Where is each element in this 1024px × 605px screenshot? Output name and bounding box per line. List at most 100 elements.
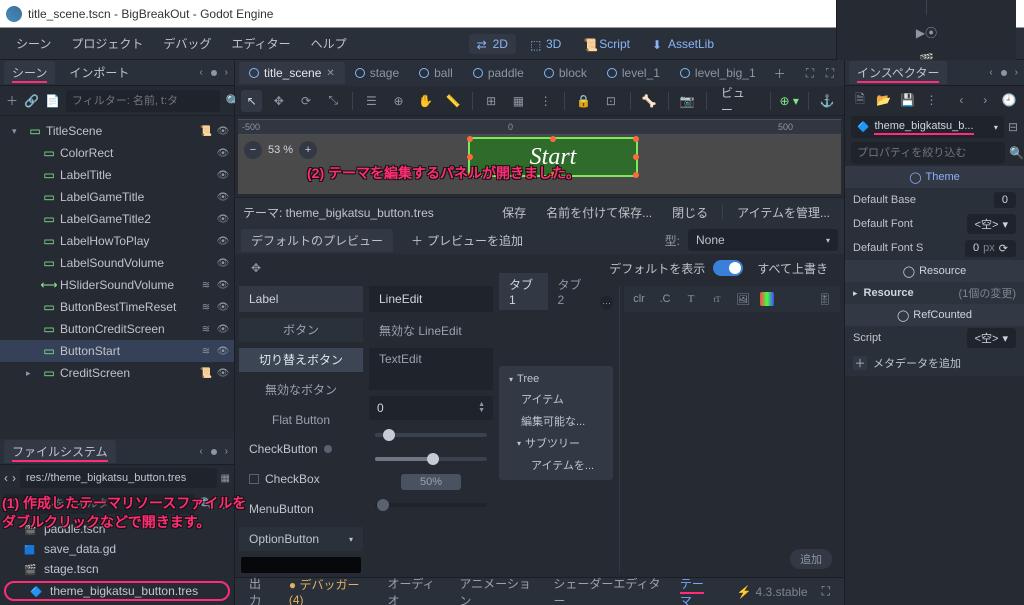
fs-dock-move-left-icon[interactable]: ‹ — [197, 446, 204, 457]
preview-flat-button[interactable]: Flat Button — [239, 408, 363, 432]
theme-save-as-button[interactable]: 名前を付けて保存... — [540, 202, 658, 223]
workspace-2d[interactable]: ⇄2D — [469, 34, 516, 54]
prop-default-font-value[interactable]: <空> ▾ — [967, 214, 1016, 234]
section-theme[interactable]: ◯ Theme — [845, 166, 1024, 188]
attach-script-button[interactable]: 📄 — [45, 91, 60, 111]
preview-toggle-button[interactable]: 切り替えボタン — [239, 348, 363, 372]
preview-tab-overflow-icon[interactable]: ⋯ — [600, 296, 613, 310]
caret-icon[interactable]: ▾ — [12, 126, 24, 137]
bottom-animation[interactable]: アニメーション — [455, 573, 539, 605]
scene-node[interactable]: ▭LabelGameTitle2👁 — [0, 208, 234, 230]
eye-icon[interactable]: 👁 — [216, 168, 230, 182]
preview-option-button[interactable]: OptionButton▾ — [239, 527, 363, 551]
preview-button[interactable]: ボタン — [239, 318, 363, 342]
selected-button-node[interactable]: Start — [468, 137, 638, 177]
history-prev-icon[interactable]: ‹ — [952, 91, 970, 109]
eye-icon[interactable]: 👁 — [216, 190, 230, 204]
type-fontsize-icon[interactable]: tT — [708, 290, 726, 308]
tab-inspector[interactable]: インスペクター — [849, 61, 947, 84]
script-icon[interactable]: 📜 — [199, 366, 213, 380]
scene-node[interactable]: ▭LabelGameTitle👁 — [0, 186, 234, 208]
play-remote-button[interactable]: ▶⦿ — [916, 21, 938, 43]
workspace-assetlib[interactable]: ⬇AssetLib — [644, 34, 722, 54]
signal-icon[interactable]: ≋ — [199, 344, 213, 358]
show-default-toggle[interactable] — [713, 260, 743, 276]
scene-node[interactable]: ▭ColorRect👁 — [0, 142, 234, 164]
rotate-tool-icon[interactable]: ⟳ — [295, 90, 316, 112]
preview-check-button[interactable]: CheckButton — [239, 437, 363, 461]
canvas-viewport[interactable]: -5000500 − 53 % + Start — [238, 119, 841, 194]
signal-icon[interactable]: ≋ — [199, 322, 213, 336]
select-tool-icon[interactable]: ↖ — [241, 90, 262, 112]
instantiate-scene-button[interactable]: 🔗 — [24, 91, 39, 111]
theme-manage-button[interactable]: アイテムを管理... — [731, 202, 836, 223]
fs-item[interactable]: theme_bigkatsu_button.tres — [4, 581, 230, 601]
theme-save-button[interactable]: 保存 — [496, 202, 532, 223]
scene-filter-input[interactable] — [66, 90, 220, 112]
view-menu[interactable]: ビュー — [715, 82, 762, 120]
eye-icon[interactable]: 👁 — [216, 212, 230, 226]
distraction-free-icon[interactable]: ⛶ — [800, 63, 820, 83]
eye-icon[interactable]: 👁 — [216, 366, 230, 380]
bottom-debugger[interactable]: ● デバッガー (4) — [285, 574, 374, 605]
resource-pin-icon[interactable]: ⊟ — [1008, 120, 1018, 134]
scene-node[interactable]: ▾▭TitleScene📜👁 — [0, 120, 234, 142]
theme-add-button[interactable]: 追加 — [790, 549, 832, 569]
history-next-icon[interactable]: › — [976, 91, 994, 109]
inspector-search-icon[interactable]: 🔍 — [1009, 146, 1024, 160]
preview-hslider-2[interactable] — [369, 450, 493, 468]
scene-tab[interactable]: level_1 — [597, 62, 670, 84]
eye-icon[interactable]: 👁 — [216, 124, 230, 138]
new-resource-icon[interactable]: 🗎 — [851, 91, 869, 109]
add-metadata-button[interactable]: ＋ メタデータを追加 — [845, 350, 1024, 376]
list-select-icon[interactable]: ☰ — [361, 90, 382, 112]
workspace-3d[interactable]: ⬚3D — [522, 34, 569, 54]
signal-icon[interactable]: ≋ — [199, 278, 213, 292]
pivot-icon[interactable]: ⊕ — [388, 90, 409, 112]
grid-snap-icon[interactable]: ▦ — [508, 90, 529, 112]
load-resource-icon[interactable]: 📂 — [875, 91, 893, 109]
tab-filesystem[interactable]: ファイルシステム — [4, 440, 116, 463]
menu-debug[interactable]: デバッグ — [155, 31, 219, 56]
preview-tab[interactable]: デフォルトのプレビュー — [241, 229, 393, 252]
fs-dock-float-icon[interactable] — [211, 449, 217, 455]
bottom-output[interactable]: 出力 — [245, 573, 275, 605]
fs-forward-button[interactable]: › — [12, 471, 16, 485]
add-preview-button[interactable]: ＋ プレビューを追加 — [401, 229, 533, 252]
fs-split-icon[interactable]: ▦ — [221, 473, 230, 484]
prop-default-base-value[interactable]: 0 — [994, 192, 1016, 208]
close-tab-icon[interactable]: ✕ — [326, 68, 334, 79]
zoom-out-button[interactable]: − — [244, 141, 262, 159]
inspector-filter-input[interactable] — [851, 142, 1005, 164]
preview-tab-2[interactable]: タブ2 — [548, 273, 597, 310]
fs-item[interactable]: save_data.gd — [0, 539, 234, 559]
snap-options-icon[interactable]: ⋮ — [535, 90, 556, 112]
preview-tab-1[interactable]: タブ1 — [499, 273, 548, 310]
type-constant-icon[interactable]: .C — [656, 290, 674, 308]
eye-icon[interactable]: 👁 — [216, 300, 230, 314]
menu-editor[interactable]: エディター — [223, 31, 298, 56]
version-label[interactable]: ⚡ 4.3.stable — [737, 585, 808, 599]
fs-back-button[interactable]: ‹ — [4, 471, 8, 485]
preview-check-box[interactable]: CheckBox — [239, 467, 363, 491]
insp-dock-move-right-icon[interactable]: › — [1013, 67, 1020, 78]
preview-hslider-3[interactable] — [369, 496, 493, 514]
preview-text-edit[interactable]: TextEdit — [369, 348, 493, 390]
add-node-button[interactable]: ＋ — [6, 91, 18, 111]
scene-node[interactable]: ▸▭CreditScreen📜👁 — [0, 362, 234, 384]
type-font-icon[interactable]: T — [682, 290, 700, 308]
scene-node[interactable]: ▭LabelTitle👁 — [0, 164, 234, 186]
dock-float-icon[interactable] — [211, 70, 217, 76]
prop-script-value[interactable]: <空> ▾ — [967, 328, 1016, 348]
caret-icon[interactable]: ▸ — [26, 368, 38, 379]
type-settings-icon[interactable]: 🎚 — [816, 290, 834, 308]
history-menu-icon[interactable]: 🕘 — [1000, 91, 1018, 109]
fs-list[interactable]: paddle.tscnsave_data.gdstage.tscntheme_b… — [0, 517, 234, 605]
eye-icon[interactable]: 👁 — [216, 322, 230, 336]
dock-move-left-icon[interactable]: ‹ — [197, 67, 204, 78]
group-icon[interactable]: ⊡ — [600, 90, 621, 112]
scene-node[interactable]: ▭ButtonCreditScreen≋👁 — [0, 318, 234, 340]
override-camera-icon[interactable]: 📷 — [677, 90, 698, 112]
scene-tab[interactable]: title_scene✕ — [239, 62, 345, 84]
resource-extra-icon[interactable]: ⋮ — [923, 91, 941, 109]
